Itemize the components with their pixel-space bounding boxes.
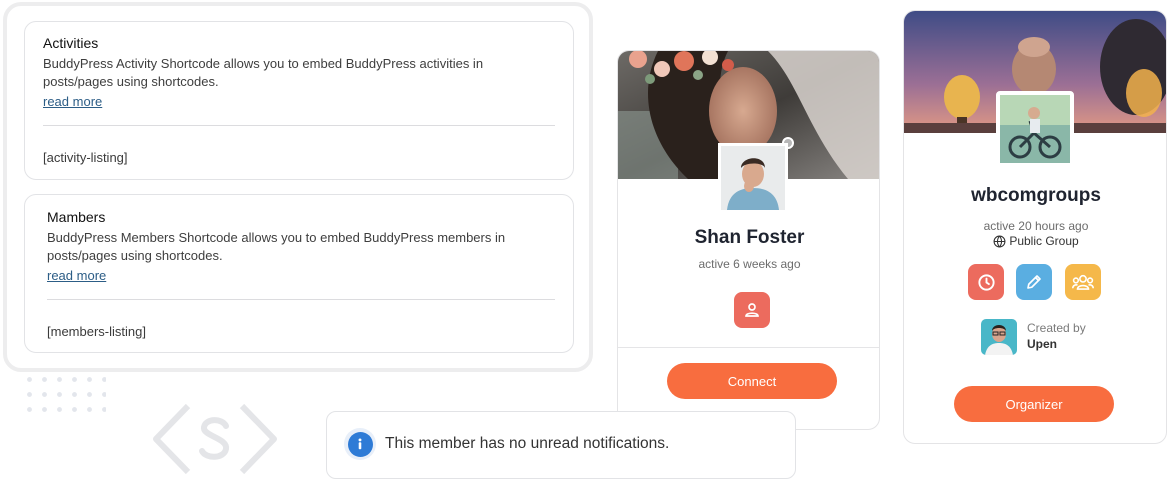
read-more-link[interactable]: read more — [43, 94, 102, 110]
shortcode-panel: Activities BuddyPress Activity Shortcode… — [3, 2, 593, 372]
shortcode-description: BuddyPress Activity Shortcode allows you… — [43, 56, 484, 89]
activity-button[interactable] — [968, 264, 1004, 300]
divider — [43, 125, 555, 126]
view-profile-button[interactable] — [734, 292, 770, 328]
creator-avatar[interactable] — [981, 319, 1017, 355]
info-icon-wrapper — [344, 428, 376, 460]
users-icon — [1072, 274, 1094, 290]
member-avatar — [718, 143, 788, 213]
group-card: wbcomgroups active 20 hours ago Public G… — [903, 10, 1167, 444]
shortcode-title: Mambers — [47, 209, 106, 225]
decorative-dots — [22, 372, 106, 412]
clock-icon — [977, 273, 995, 291]
shortcode-description: BuddyPress Members Shortcode allows you … — [47, 230, 506, 263]
user-icon — [745, 303, 759, 317]
member-name[interactable]: Shan Foster — [618, 227, 879, 249]
created-by-label: Created by — [1027, 321, 1086, 335]
group-members-button[interactable] — [1065, 264, 1101, 300]
notification-message: This member has no unread notifications. — [326, 411, 796, 479]
group-name[interactable]: wbcomgroups — [904, 185, 1166, 207]
edit-group-button[interactable] — [1016, 264, 1052, 300]
member-card: Shan Foster active 6 weeks ago Connect — [617, 50, 880, 430]
info-icon — [347, 431, 373, 457]
group-type: Public Group — [904, 234, 1166, 248]
pencil-icon — [1027, 275, 1041, 289]
read-more-link[interactable]: read more — [47, 268, 106, 284]
connect-button[interactable]: Connect — [667, 363, 837, 399]
shortcode-card-activities: Activities BuddyPress Activity Shortcode… — [24, 21, 574, 180]
info-glyph — [358, 438, 362, 450]
shortcode-title: Activities — [43, 35, 99, 51]
group-type-label: Public Group — [1009, 234, 1079, 248]
notification-text: This member has no unread notifications. — [385, 435, 670, 452]
shortcode-code: [members-listing] — [47, 324, 146, 339]
globe-icon — [993, 235, 1006, 247]
group-avatar — [996, 91, 1074, 167]
member-last-active: active 6 weeks ago — [698, 257, 801, 271]
divider — [618, 347, 879, 348]
organizer-button[interactable]: Organizer — [954, 386, 1114, 422]
group-last-active: active 20 hours ago — [983, 219, 1089, 233]
shortcode-code: [activity-listing] — [43, 150, 128, 165]
divider — [47, 299, 555, 300]
shortcode-card-members: Mambers BuddyPress Members Shortcode all… — [24, 194, 574, 353]
creator-name[interactable]: Upen — [1027, 337, 1057, 351]
shortcode-logo-icon — [153, 403, 277, 475]
